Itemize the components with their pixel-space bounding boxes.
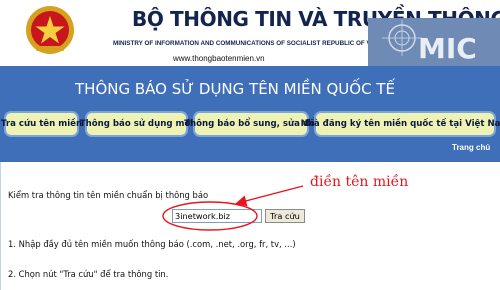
intro-text: Kiểm tra thông tin tên miền chuẩn bị thô… [8, 190, 209, 200]
instruction-step-2: 2. Chọn nút "Tra cứu" để tra thông tin. [8, 269, 169, 279]
instruction-step-1: 1. Nhập đầy đủ tên miền muốn thông báo (… [8, 239, 296, 249]
mic-logo-text: MIC [418, 32, 477, 65]
national-emblem-icon [26, 6, 74, 54]
home-link[interactable]: Trang chủ [452, 143, 490, 152]
nav-button-update-notice[interactable]: Thông báo bổ sung, sửa đổi [184, 111, 318, 137]
nav-button-new-notice[interactable]: Thông báo sử dụng mới [80, 111, 193, 137]
nav-button-lookup[interactable]: Tra cứu tên miền [1, 111, 82, 137]
search-button[interactable]: Tra cứu [265, 209, 305, 223]
site-header: BỘ THÔNG TIN VÀ TRUYỀN THÔNG MINISTRY OF… [0, 0, 500, 66]
domain-search-input[interactable] [172, 209, 262, 223]
annotation-label: điền tên miền [310, 174, 409, 190]
mic-logo: MIC [368, 18, 500, 66]
page-title: THÔNG BÁO SỬ DỤNG TÊN MIỀN QUỐC TẾ [75, 80, 395, 98]
nav-button-registrars[interactable]: Nhà đăng ký tên miền quốc tế tại Việt Na… [301, 111, 500, 137]
ministry-subtitle: MINISTRY OF INFORMATION AND COMMUNICATIO… [113, 40, 397, 47]
site-url: www.thongbaotenmien.vn [173, 54, 265, 63]
